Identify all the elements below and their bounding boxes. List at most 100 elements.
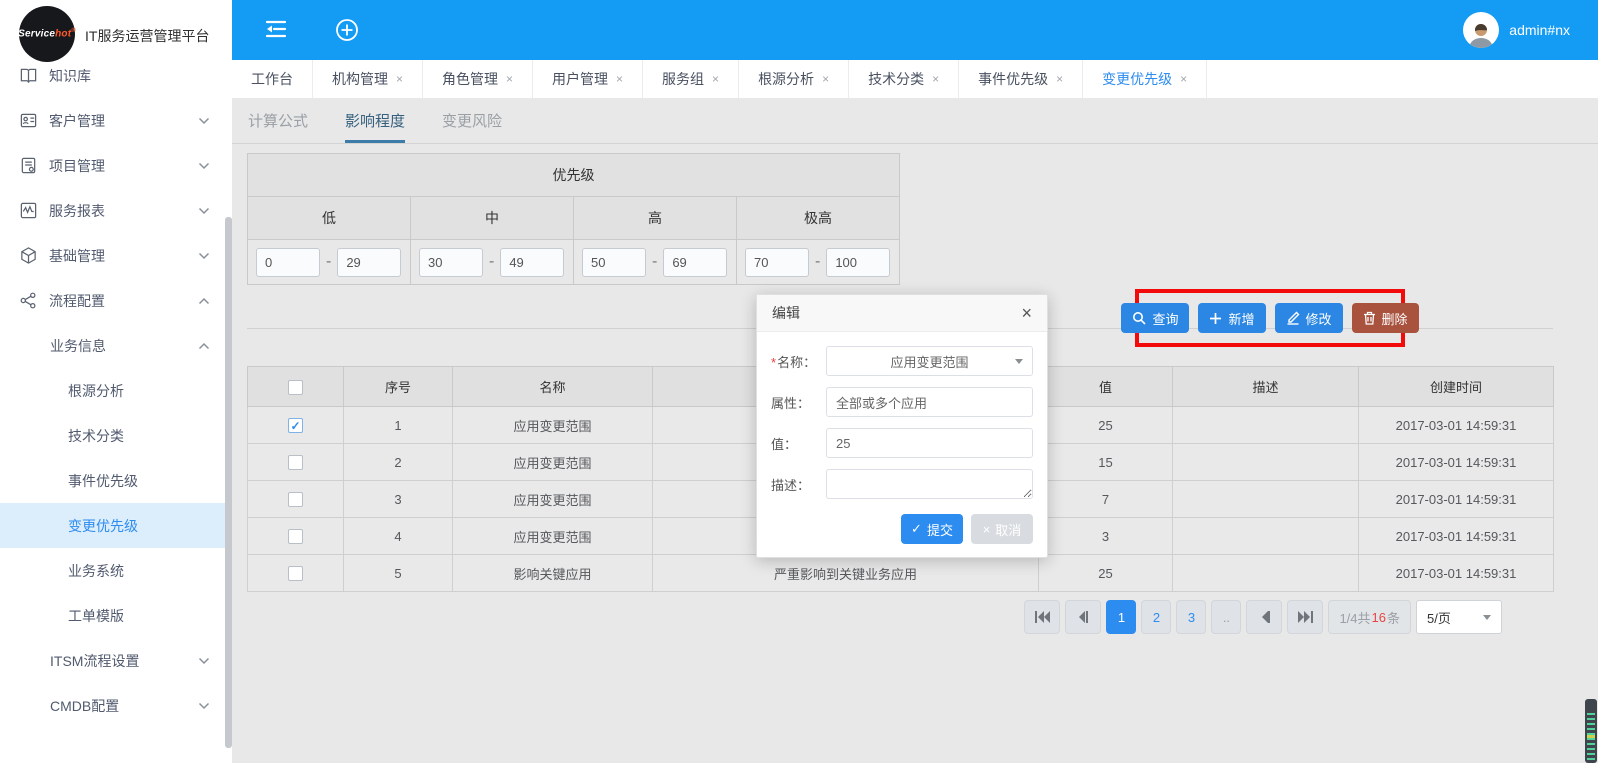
priority-low-max-input[interactable] [337,248,401,277]
priority-medium-max-input[interactable] [500,248,564,277]
close-icon[interactable]: × [1056,72,1063,86]
edit-button[interactable]: 修改 [1275,303,1343,333]
sub-tabs: 计算公式 影响程度 变更风险 [232,98,1598,144]
close-icon[interactable]: × [822,72,829,86]
sidebar-item-label: 变更优先级 [68,516,138,536]
next-page-button[interactable] [1246,600,1282,634]
attr-field[interactable] [826,387,1033,417]
close-icon[interactable]: × [616,72,623,86]
search-button[interactable]: 查询 [1121,303,1189,333]
add-circle-icon[interactable] [334,17,360,43]
row-checkbox[interactable] [288,566,303,581]
tab-change-priority[interactable]: 变更优先级× [1083,60,1207,98]
tab-tech-category[interactable]: 技术分类× [849,60,959,98]
sidebar-item-customers[interactable]: 客户管理 [0,98,232,143]
sidebar-item-label: 业务信息 [50,336,106,356]
select-all-checkbox[interactable] [288,380,303,395]
tab-workbench[interactable]: 工作台 [232,60,313,98]
page-button-2[interactable]: 2 [1141,600,1171,634]
close-icon: × [983,522,991,537]
logo-mark: ® [71,28,76,34]
priority-high-min-input[interactable] [582,248,646,277]
cancel-button[interactable]: ×取消 [971,514,1033,544]
required-marker: * [771,355,776,370]
tab-role-mgmt[interactable]: 角色管理× [423,60,533,98]
share-nodes-icon [18,291,38,311]
add-button[interactable]: 新增 [1198,303,1265,333]
sidebar-item-process-config[interactable]: 流程配置 [0,278,232,323]
sidebar-item-business-info[interactable]: 业务信息 [0,323,232,368]
priority-table-title: 优先级 [248,154,899,197]
name-select[interactable]: 应用变更范围 [826,346,1033,376]
name-field-label: 名称： [777,355,816,370]
page-button-more[interactable]: .. [1211,600,1241,634]
col-created: 创建时间 [1359,367,1554,407]
last-page-button[interactable] [1287,600,1323,634]
tab-org-mgmt[interactable]: 机构管理× [313,60,423,98]
close-icon[interactable]: × [396,72,403,86]
sidebar-item-incident-priority[interactable]: 事件优先级 [0,458,232,503]
sidebar-item-base[interactable]: 基础管理 [0,233,232,278]
sidebar-item-reports[interactable]: 服务报表 [0,188,232,233]
row-checkbox-checked[interactable]: ✓ [288,418,303,433]
servicehot-logo: Servicehot® [19,6,75,62]
sidebar-item-tech-category[interactable]: 技术分类 [0,413,232,458]
priority-medium-min-input[interactable] [419,248,483,277]
tab-service-group[interactable]: 服务组× [643,60,739,98]
close-icon[interactable]: × [1180,72,1187,86]
value-field[interactable] [826,428,1033,458]
page-button-3[interactable]: 3 [1176,600,1206,634]
chevron-down-icon [198,117,210,125]
modal-close-icon[interactable]: × [1021,304,1032,322]
check-icon: ✓ [911,521,922,537]
first-page-button[interactable] [1024,600,1060,634]
book-icon [18,66,38,86]
tab-incident-priority[interactable]: 事件优先级× [959,60,1083,98]
sidebar-menu: 知识库 客户管理 项目管理 服务报表 基础管理 [0,53,232,728]
chevron-down-icon [1483,615,1491,620]
row-checkbox[interactable] [288,455,303,470]
modal-footer: ✓提交 ×取消 [757,510,1047,557]
prev-page-button[interactable] [1065,600,1101,634]
close-icon[interactable]: × [506,72,513,86]
subtab-change-risk[interactable]: 变更风险 [442,98,502,143]
collapse-menu-icon[interactable] [262,17,290,41]
tab-user-mgmt[interactable]: 用户管理× [533,60,643,98]
sidebar-item-knowledge[interactable]: 知识库 [0,53,232,98]
priority-high-max-input[interactable] [663,248,727,277]
sidebar-item-itsm-process[interactable]: ITSM流程设置 [0,638,232,683]
delete-button[interactable]: 删除 [1352,303,1419,333]
sidebar-item-ticket-template[interactable]: 工单模版 [0,593,232,638]
chevron-up-icon [198,342,210,350]
tab-root-cause[interactable]: 根源分析× [739,60,849,98]
priority-critical-min-input[interactable] [745,248,809,277]
close-icon[interactable]: × [932,72,939,86]
sidebar-item-root-cause[interactable]: 根源分析 [0,368,232,413]
sidebar-item-cmdb-config[interactable]: CMDB配置 [0,683,232,728]
project-doc-icon [18,156,38,176]
sidebar-item-label: CMDB配置 [50,696,119,716]
priority-low-min-input[interactable] [256,248,320,277]
page-info: 1/4共16条 [1328,600,1411,634]
sidebar-item-projects[interactable]: 项目管理 [0,143,232,188]
desc-field[interactable] [826,469,1033,499]
user-area[interactable]: admin#nx [1463,0,1570,60]
subtab-calc-formula[interactable]: 计算公式 [248,98,308,143]
chevron-up-icon [198,297,210,305]
tab-bar: 工作台 机构管理× 角色管理× 用户管理× 服务组× 根源分析× 技术分类× 事… [232,60,1598,98]
priority-critical-max-input[interactable] [826,248,890,277]
page-button-1[interactable]: 1 [1106,600,1136,634]
sidebar-item-business-system[interactable]: 业务系统 [0,548,232,593]
sidebar-item-change-priority[interactable]: 变更优先级 [0,503,232,548]
performance-widget[interactable] [1585,699,1597,763]
subtab-impact-degree[interactable]: 影响程度 [345,98,405,143]
page-size-select[interactable]: 5/页 [1416,600,1502,634]
sidebar-item-label: 事件优先级 [68,471,138,491]
avatar[interactable] [1463,12,1499,48]
submit-button[interactable]: ✓提交 [901,514,963,544]
sidebar-scrollbar[interactable] [225,217,232,748]
row-checkbox[interactable] [288,492,303,507]
chevron-down-icon [198,207,210,215]
row-checkbox[interactable] [288,529,303,544]
close-icon[interactable]: × [712,72,719,86]
